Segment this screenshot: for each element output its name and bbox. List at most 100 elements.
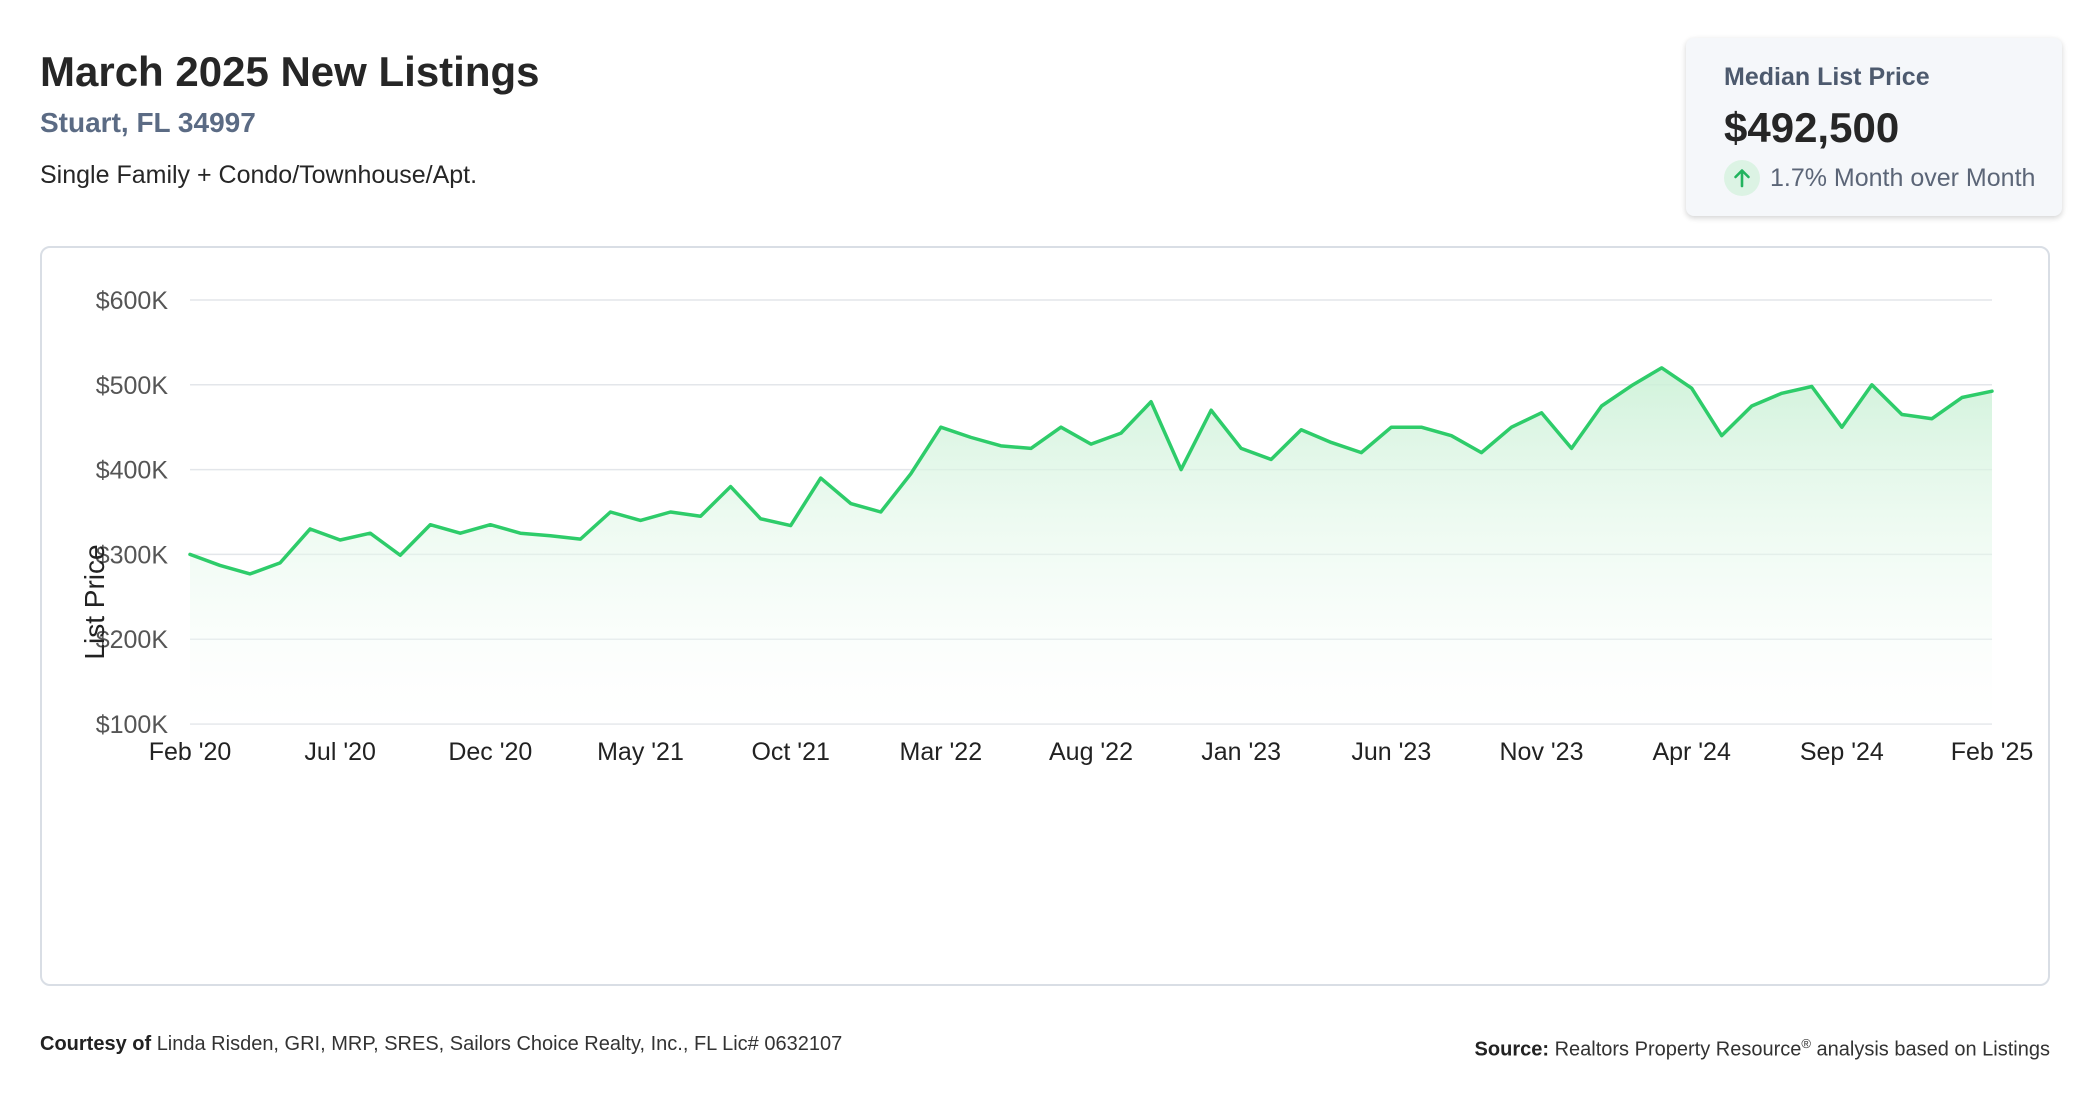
x-tick-label: Apr '24 [1652,738,1731,766]
x-tick-label: Jan '23 [1201,738,1281,766]
data-point[interactable] [1806,380,1818,392]
data-point[interactable] [665,506,677,518]
x-tick-label: Aug '22 [1049,738,1133,766]
data-point[interactable] [815,472,827,484]
data-point[interactable] [1145,396,1157,408]
data-point[interactable] [1325,436,1337,448]
data-point[interactable] [1445,430,1457,442]
data-point[interactable] [1536,407,1548,419]
x-tick-label: Nov '23 [1500,738,1584,766]
x-tick-label: Dec '20 [448,738,532,766]
data-point[interactable] [334,534,346,546]
arrow-up-icon [1724,160,1760,196]
data-point[interactable] [544,530,556,542]
x-tick-label: Jun '23 [1351,738,1431,766]
data-point[interactable] [1956,392,1968,404]
metric-value: $492,500 [1724,104,1900,151]
report-header: March 2025 New Listings Stuart, FL 34997… [40,44,540,192]
data-point[interactable] [1055,421,1067,433]
data-point[interactable] [1776,387,1788,399]
x-tick-layer: Feb '20 Jul '20 Dec '20 May '21 Oct '21 Mar '… [149,738,2034,766]
data-point[interactable] [1566,442,1578,454]
data-point[interactable] [845,498,857,510]
data-point[interactable] [1295,424,1307,436]
data-point[interactable] [1656,362,1668,374]
series-area [190,367,1992,724]
report-title: March 2025 New Listings [40,48,540,95]
x-tick-label: Sep '24 [1800,738,1884,766]
y-tick-label: $400K [96,457,169,485]
data-point[interactable] [1115,427,1127,439]
data-point[interactable] [514,527,526,539]
y-tick-label: $100K [96,711,169,739]
chart-panel: $600K $500K $400K $300K $200K $100K Feb '20 Ju… [40,246,2050,986]
data-point[interactable] [635,514,647,526]
data-point[interactable] [1475,447,1487,459]
data-point[interactable] [364,527,376,539]
data-point[interactable] [1235,442,1247,454]
data-point[interactable] [1626,380,1638,392]
x-tick-label: Feb '20 [149,738,232,766]
data-point[interactable] [1596,400,1608,412]
data-point[interactable] [244,568,256,580]
y-axis-title: List Price [79,544,110,659]
data-point[interactable] [604,506,616,518]
area-layer [190,367,1992,724]
data-point[interactable] [995,440,1007,452]
source-footer: Source: Realtors Property Resource® anal… [1475,1030,2050,1064]
report-page: March 2025 New Listings Stuart, FL 34997… [0,0,2096,1100]
courtesy-text: Linda Risden, GRI, MRP, SRES, Sailors Ch… [156,1033,843,1055]
data-point[interactable] [905,468,917,480]
data-point[interactable] [1355,447,1367,459]
y-tick-label: $600K [96,287,169,315]
data-point[interactable] [1205,404,1217,416]
data-point[interactable] [1896,408,1908,420]
x-tick-label: Oct '21 [751,738,829,766]
property-type-label: Single Family + Condo/Townhouse/Apt. [40,161,478,189]
data-point[interactable] [304,523,316,535]
metric-change-text: 1.7% Month over Month [1770,164,2036,192]
data-point[interactable] [785,520,797,532]
list-price-chart: $600K$500K$400K$300K$200K$100K Feb '20 Ju… [79,287,2034,766]
data-point[interactable] [214,559,226,571]
courtesy-label: Courtesy of [40,1033,152,1055]
data-point[interactable] [1415,421,1427,433]
median-list-price-card: Median List Price $492,500 1.7% Month ov… [1686,38,2062,216]
data-point[interactable] [755,513,767,525]
data-point[interactable] [725,481,737,493]
y-tick-label: $500K [96,372,169,400]
data-point[interactable] [394,549,406,561]
data-point[interactable] [1175,464,1187,476]
data-point[interactable] [574,533,586,545]
data-point[interactable] [454,527,466,539]
data-point[interactable] [1505,421,1517,433]
data-point[interactable] [1746,400,1758,412]
x-tick-label: Jul '20 [304,738,375,766]
x-tick-label: May '21 [597,738,684,766]
data-point[interactable] [1025,442,1037,454]
data-point[interactable] [1836,421,1848,433]
data-point[interactable] [424,519,436,531]
data-point[interactable] [1265,453,1277,465]
data-point[interactable] [184,548,196,560]
source-label: Source: [1474,1038,1550,1061]
x-tick-label: Mar '22 [900,738,983,766]
data-point[interactable] [1716,430,1728,442]
data-point[interactable] [1866,379,1878,391]
data-point[interactable] [875,506,887,518]
data-point[interactable] [1085,438,1097,450]
data-point[interactable] [1385,421,1397,433]
data-point[interactable] [1986,385,1998,397]
data-point[interactable] [935,421,947,433]
data-point[interactable] [484,519,496,531]
data-point[interactable] [1686,382,1698,394]
data-point[interactable] [274,557,286,569]
data-point[interactable] [965,431,977,443]
data-point[interactable] [1926,413,1938,425]
source-name: Realtors Property Resource [1554,1038,1802,1061]
metric-change: 1.7% Month over Month [1724,160,2062,196]
data-point[interactable] [695,510,707,522]
location-subtitle: Stuart, FL 34997 [40,107,256,138]
y-tick-layer: $600K$500K$400K$300K$200K$100K [96,287,169,739]
source-text: analysis based on Listings [1816,1038,2050,1061]
